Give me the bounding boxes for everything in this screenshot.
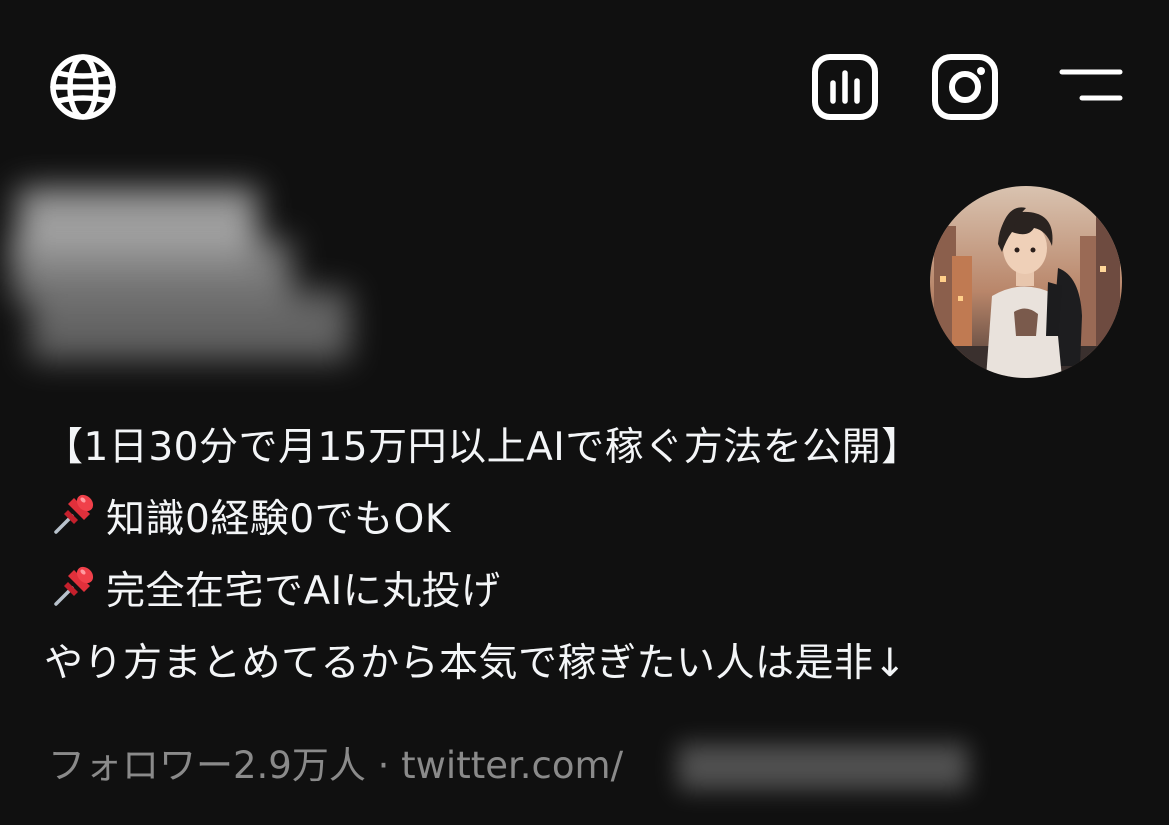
followers-count[interactable]: フォロワー2.9万人 — [48, 744, 366, 787]
profile-name-redacted — [0, 170, 390, 385]
bio-line: 【1日30分で月15万円以上AIで稼ぐ方法を公開】 — [44, 425, 921, 470]
insights-icon[interactable] — [811, 53, 879, 121]
menu-icon[interactable] — [1058, 66, 1124, 106]
avatar[interactable] — [930, 186, 1122, 378]
bio-line: 知識0経験0でもOK — [44, 484, 1044, 556]
pushpin-icon — [54, 494, 94, 534]
bio-line: やり方まとめてるから本気で稼ぎたい人は是非↓ — [44, 641, 907, 686]
globe-icon[interactable] — [48, 52, 118, 122]
profile-bio: 【1日30分で月15万円以上AIで稼ぐ方法を公開】 知識0経験0でもOK 完全在… — [44, 412, 1044, 700]
profile-meta: フォロワー2.9万人 · twitter.com/ — [48, 738, 623, 794]
link-redacted — [668, 730, 978, 805]
bio-line-text: 知識0経験0でもOK — [106, 497, 451, 542]
separator: · — [365, 744, 402, 787]
profile-link[interactable]: twitter.com/ — [401, 744, 623, 787]
bio-line-text: 完全在宅でAIに丸投げ — [106, 569, 501, 614]
pushpin-icon — [54, 566, 94, 606]
instagram-icon[interactable] — [931, 53, 999, 121]
bio-line: 完全在宅でAIに丸投げ — [44, 556, 1044, 628]
